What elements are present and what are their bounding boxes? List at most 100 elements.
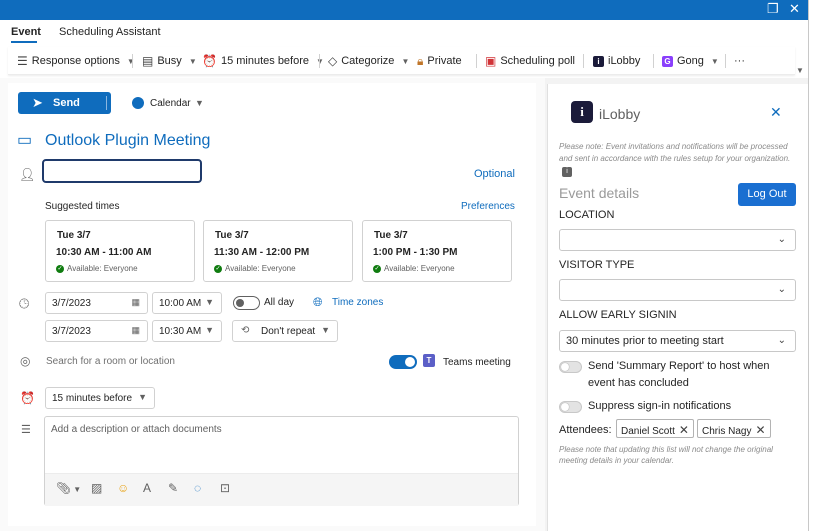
tab-scheduling-assistant[interactable]: Scheduling Assistant bbox=[59, 26, 161, 38]
more-options-button[interactable]: ··· bbox=[734, 47, 745, 75]
tag-icon: ◇ bbox=[328, 54, 338, 68]
early-signin-value: 30 minutes prior to meeting start bbox=[566, 335, 724, 347]
add-people-icon: 👤︎ bbox=[19, 167, 36, 182]
end-date-value: 3/7/2023 bbox=[52, 326, 91, 337]
teams-meeting-label: Teams meeting bbox=[443, 357, 511, 368]
private-label: Private bbox=[427, 55, 462, 67]
info-icon[interactable]: i bbox=[562, 167, 572, 177]
end-time-picker[interactable]: 10:30 AM ▼ bbox=[152, 320, 222, 342]
location-search-input[interactable]: Search for a room or location bbox=[46, 356, 175, 367]
chevron-down-icon: ▼ bbox=[138, 392, 147, 402]
attendees-input[interactable] bbox=[42, 159, 202, 183]
close-icon[interactable]: ✕ bbox=[770, 104, 782, 121]
start-time-picker[interactable]: 10:00 AM ▼ bbox=[152, 292, 222, 314]
location-select[interactable]: ⌄ bbox=[559, 229, 796, 251]
preferences-link[interactable]: Preferences bbox=[461, 201, 515, 212]
description-placeholder: Add a description or attach documents bbox=[51, 424, 222, 435]
categorize-button[interactable]: ◇ Categorize ▼ bbox=[328, 47, 409, 75]
categorize-label: Categorize bbox=[341, 55, 395, 67]
all-day-toggle[interactable] bbox=[233, 296, 260, 310]
toggle-knob bbox=[405, 357, 415, 367]
ribbon-divider bbox=[319, 54, 320, 68]
early-signin-select[interactable]: 30 minutes prior to meeting start ⌄ bbox=[559, 330, 796, 352]
chevron-down-icon: ▼ bbox=[710, 56, 719, 66]
calendar-picker[interactable]: Calendar bbox=[150, 98, 191, 109]
end-time-value: 10:30 AM bbox=[159, 326, 202, 337]
restore-window-icon[interactable]: ❐ bbox=[767, 2, 779, 16]
window-edge bbox=[808, 0, 814, 531]
draw-pen-icon[interactable]: ✎ bbox=[168, 481, 178, 495]
attendee-chip: Daniel Scott ✕ bbox=[616, 419, 694, 438]
attach-paperclip-icon[interactable]: 📎︎ ▼ bbox=[56, 481, 81, 495]
response-options-button[interactable]: ☰ Response options ▼ bbox=[17, 47, 135, 75]
format-text-icon[interactable]: A bbox=[143, 481, 151, 495]
private-button[interactable]: 🔒︎ Private bbox=[417, 47, 462, 75]
meeting-title-input[interactable]: Outlook Plugin Meeting bbox=[45, 132, 210, 150]
toggle-knob bbox=[236, 299, 244, 307]
ribbon-divider bbox=[653, 54, 654, 68]
scheduling-poll-label: Scheduling poll bbox=[500, 55, 575, 67]
loop-component-icon[interactable]: ◌ bbox=[194, 481, 201, 495]
suggested-time-slot[interactable]: Tue 3/7 1:00 PM - 1:30 PM ✓ Available: Ev… bbox=[362, 220, 512, 282]
availability-text: Available: Everyone bbox=[384, 264, 455, 273]
suppress-notifications-toggle[interactable] bbox=[559, 401, 582, 413]
log-out-button[interactable]: Log Out bbox=[738, 183, 796, 206]
repeat-icon: ⟲ bbox=[241, 325, 250, 336]
summary-report-toggle[interactable] bbox=[559, 361, 582, 373]
ribbon-divider bbox=[725, 54, 726, 68]
clock-icon: 🕒︎ bbox=[19, 296, 30, 311]
time-zones-link[interactable]: Time zones bbox=[332, 297, 383, 308]
description-icon: ☰ bbox=[21, 424, 31, 436]
check-circle-icon: ✓ bbox=[56, 264, 64, 273]
send-button-divider bbox=[106, 96, 107, 110]
ribbon-toolbar: ☰ Response options ▼ ▤ Busy ▼ ⏰ 15 minut… bbox=[8, 47, 795, 75]
attendee-chip: Chris Nagy ✕ bbox=[697, 419, 771, 438]
chevron-down-icon: ⌄ bbox=[777, 234, 786, 245]
more-apps-icon[interactable]: ⊡ bbox=[220, 481, 230, 495]
suggested-time-slot[interactable]: Tue 3/7 11:30 AM - 12:00 PM ✓ Available: … bbox=[203, 220, 353, 282]
slot-time: 1:00 PM - 1:30 PM bbox=[373, 247, 458, 258]
allow-early-signin-label: ALLOW EARLY SIGNIN bbox=[559, 309, 677, 321]
send-button[interactable]: ➤ Send ▼ bbox=[18, 92, 120, 114]
visitor-type-label: VISITOR TYPE bbox=[559, 259, 635, 271]
slot-time: 10:30 AM - 11:00 AM bbox=[56, 247, 152, 258]
ilobby-button[interactable]: i iLobby bbox=[593, 47, 640, 75]
tab-event[interactable]: Event bbox=[11, 26, 41, 38]
end-date-picker[interactable]: 3/7/2023 ▦ bbox=[45, 320, 148, 342]
gong-button[interactable]: G Gong ▼ bbox=[662, 47, 719, 75]
suggested-time-slot[interactable]: Tue 3/7 10:30 AM - 11:00 AM ✓ Available: … bbox=[45, 220, 195, 282]
window-titlebar: ❐ ✕ bbox=[0, 0, 808, 20]
ilobby-label: iLobby bbox=[608, 55, 641, 67]
reminder-dropdown[interactable]: 15 minutes before ▼ bbox=[45, 387, 155, 409]
response-options-label: Response options bbox=[31, 55, 120, 67]
optional-attendees-link[interactable]: Optional bbox=[474, 168, 515, 180]
availability-text: Available: Everyone bbox=[67, 264, 138, 273]
gong-icon: G bbox=[662, 55, 673, 67]
toggle-knob bbox=[561, 363, 569, 371]
ribbon-expand-icon[interactable]: ▼ bbox=[796, 66, 804, 75]
show-as-busy-button[interactable]: ▤ Busy ▼ bbox=[142, 47, 197, 75]
active-tab-indicator bbox=[11, 41, 37, 43]
close-window-icon[interactable]: ✕ bbox=[789, 2, 800, 16]
gong-label: Gong bbox=[677, 55, 704, 67]
busy-label: Busy bbox=[157, 55, 182, 67]
remove-attendee-icon[interactable]: ✕ bbox=[679, 423, 689, 437]
attendee-name: Daniel Scott bbox=[621, 426, 675, 437]
start-date-picker[interactable]: 3/7/2023 ▦ bbox=[45, 292, 148, 314]
send-options-chevron-icon[interactable]: ▼ bbox=[111, 97, 120, 107]
repeat-dropdown[interactable]: ⟲ Don't repeat ▼ bbox=[232, 320, 338, 342]
remove-attendee-icon[interactable]: ✕ bbox=[755, 423, 765, 437]
emoji-icon[interactable]: ☺ bbox=[117, 481, 129, 495]
panel-note: Please note: Event invitations and notif… bbox=[559, 141, 799, 177]
chevron-down-icon[interactable]: ▼ bbox=[195, 98, 204, 108]
calendar-icon: ▦ bbox=[131, 325, 140, 335]
chevron-down-icon: ⌄ bbox=[777, 335, 786, 346]
teams-icon: T bbox=[423, 354, 435, 367]
insert-image-icon[interactable]: ▨ bbox=[91, 481, 102, 495]
teams-meeting-toggle[interactable] bbox=[389, 355, 417, 369]
reminder-button[interactable]: ⏰ 15 minutes before ▼ bbox=[202, 47, 324, 75]
visitor-type-select[interactable]: ⌄ bbox=[559, 279, 796, 301]
ilobby-icon: i bbox=[593, 55, 604, 67]
check-circle-icon: ✓ bbox=[373, 264, 381, 273]
scheduling-poll-button[interactable]: ▣ Scheduling poll bbox=[485, 47, 575, 75]
